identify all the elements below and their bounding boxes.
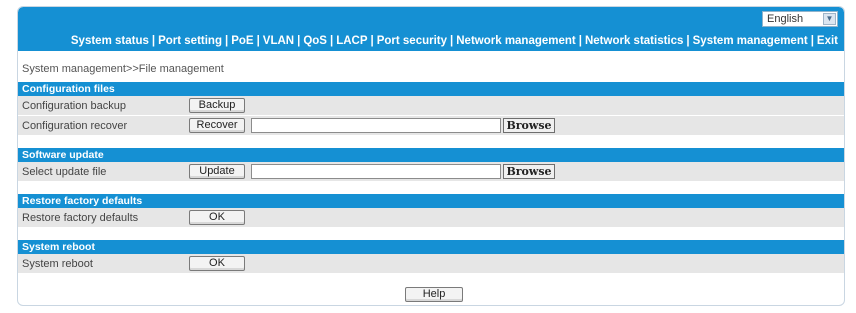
nav-separator: | <box>370 35 374 47</box>
main-nav: System status | Port setting | PoE | VLAN | QoS |… <box>71 33 838 49</box>
reboot-ok-button[interactable]: OK <box>189 256 245 271</box>
chevron-down-icon[interactable]: ▼ <box>823 13 836 25</box>
help-button[interactable]: Help <box>405 287 463 302</box>
configuration-backup-label: Configuration backup <box>22 100 126 112</box>
main-frame: English ▼ System status | Port setting | PoE… <box>17 6 845 306</box>
breadcrumb: System management>>File management <box>22 63 224 75</box>
system-reboot-label: System reboot <box>22 258 93 270</box>
nav-network-management[interactable]: Network management <box>456 35 576 47</box>
nav-system-status[interactable]: System status <box>71 35 149 47</box>
nav-exit[interactable]: Exit <box>817 35 838 47</box>
row-configuration-recover: Configuration recover Recover Browse <box>18 116 844 136</box>
update-button[interactable]: Update <box>189 164 245 179</box>
factory-ok-button[interactable]: OK <box>189 210 245 225</box>
nav-system-management[interactable]: System management <box>693 35 808 47</box>
language-select-value: English <box>767 13 804 25</box>
section-header-factory-defaults: Restore factory defaults <box>18 194 844 208</box>
nav-port-setting[interactable]: Port setting <box>158 35 222 47</box>
nav-poe[interactable]: PoE <box>231 35 253 47</box>
section-header-configuration: Configuration files <box>18 82 844 96</box>
nav-separator: | <box>256 35 260 47</box>
recover-button[interactable]: Recover <box>189 118 245 133</box>
nav-separator: | <box>686 35 690 47</box>
section-header-software-update: Software update <box>18 148 844 162</box>
nav-port-security[interactable]: Port security <box>377 35 447 47</box>
update-file-input[interactable] <box>251 164 501 179</box>
row-restore-factory-defaults: Restore factory defaults OK <box>18 208 844 228</box>
nav-qos[interactable]: QoS <box>303 35 327 47</box>
recover-browse-button[interactable]: Browse <box>503 118 555 133</box>
section-header-system-reboot: System reboot <box>18 240 844 254</box>
row-system-reboot: System reboot OK <box>18 254 844 274</box>
nav-separator: | <box>810 35 814 47</box>
nav-separator: | <box>224 35 229 47</box>
configuration-recover-label: Configuration recover <box>22 120 128 132</box>
nav-lacp[interactable]: LACP <box>336 35 367 47</box>
nav-separator: | <box>329 35 334 47</box>
nav-separator: | <box>297 35 301 47</box>
nav-separator: | <box>578 35 582 47</box>
select-update-file-label: Select update file <box>22 166 107 178</box>
backup-button[interactable]: Backup <box>189 98 245 113</box>
nav-vlan[interactable]: VLAN <box>263 35 294 47</box>
row-configuration-backup: Configuration backup Backup <box>18 96 844 116</box>
nav-separator: | <box>151 35 156 47</box>
nav-network-statistics[interactable]: Network statistics <box>585 35 683 47</box>
recover-file-input[interactable] <box>251 118 501 133</box>
language-select[interactable]: English ▼ <box>762 11 838 27</box>
restore-factory-defaults-label: Restore factory defaults <box>22 212 139 224</box>
row-select-update-file: Select update file Update Browse <box>18 162 844 182</box>
nav-separator: | <box>450 35 454 47</box>
update-browse-button[interactable]: Browse <box>503 164 555 179</box>
top-bar: English ▼ System status | Port setting | PoE… <box>18 7 844 51</box>
